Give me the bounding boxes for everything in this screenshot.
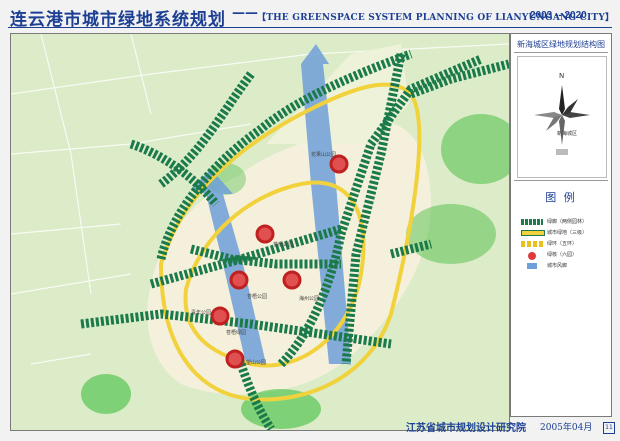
side-divider-2 (514, 180, 608, 181)
legend-title: 图 例 (545, 191, 577, 204)
core-5 (210, 306, 230, 326)
page-number: 11 (603, 422, 615, 434)
institute-name: 江苏省城市规划设计研究院 (406, 423, 526, 434)
header: 连云港市城市绿地系统规划 —— 【THE GREENSPACE SYSTEM P… (0, 0, 620, 30)
plan-date: 2005年04月 (540, 423, 593, 433)
map-sheet: 连云港市城市绿地系统规划 —— 【THE GREENSPACE SYSTEM P… (0, 0, 620, 441)
core-4 (282, 270, 302, 290)
legend-label: 绿核（六园） (547, 252, 578, 258)
side-panel: 新海城区绿地规划结构图 N 新海城区 图 例 绿廊（两侧园林） 城市绿地（三级） (510, 33, 612, 417)
map-canvas[interactable]: 花果山公园 苍梧公园 苍梧公园 海州公园 青年公园 苍梧绿园 孔望山公园 (11, 34, 509, 430)
side-panel-title: 新海城区绿地规划结构图 (517, 40, 605, 49)
legend-label: 绿廊（两侧园林） (547, 219, 588, 225)
plan-years: 2003 -- 2020 (530, 10, 587, 21)
legend-swatch-greenland (521, 230, 545, 236)
legend-swatch-ring (521, 241, 543, 247)
map-label-7: 孔望山公园 (241, 359, 266, 366)
map-label-2: 苍梧公园 (273, 241, 293, 248)
title-separator: —— (232, 6, 258, 21)
east-green-wedge (406, 204, 496, 264)
legend-label: 城市风廊 (547, 263, 568, 269)
map-label-3: 苍梧公园 (247, 293, 267, 300)
core-2 (255, 224, 275, 244)
map-label-1: 花果山公园 (311, 151, 336, 158)
core-3 (229, 270, 249, 290)
legend-label: 城市绿地（三级） (547, 230, 588, 236)
map-label-6: 苍梧绿园 (226, 329, 246, 336)
legend-swatch-corridor (521, 219, 543, 225)
main-map[interactable]: 花果山公园 苍梧公园 苍梧公园 海州公园 青年公园 苍梧绿园 孔望山公园 (10, 33, 510, 431)
locator-label: 新海城区 (557, 131, 578, 137)
map-label-4: 海州公园 (299, 295, 319, 302)
north-label: N (559, 72, 565, 80)
map-label-5: 青年公园 (191, 309, 211, 316)
header-divider (8, 27, 612, 28)
footer: 江苏省城市规划设计研究院 2005年04月 11 (0, 414, 620, 441)
southwest-park-blob (81, 374, 131, 414)
legend-swatch-wind (527, 263, 537, 269)
legend-swatch-core (528, 252, 536, 260)
core-1 (329, 154, 349, 174)
legend-label: 绿环（五环） (547, 241, 578, 247)
side-divider-1 (514, 52, 608, 53)
